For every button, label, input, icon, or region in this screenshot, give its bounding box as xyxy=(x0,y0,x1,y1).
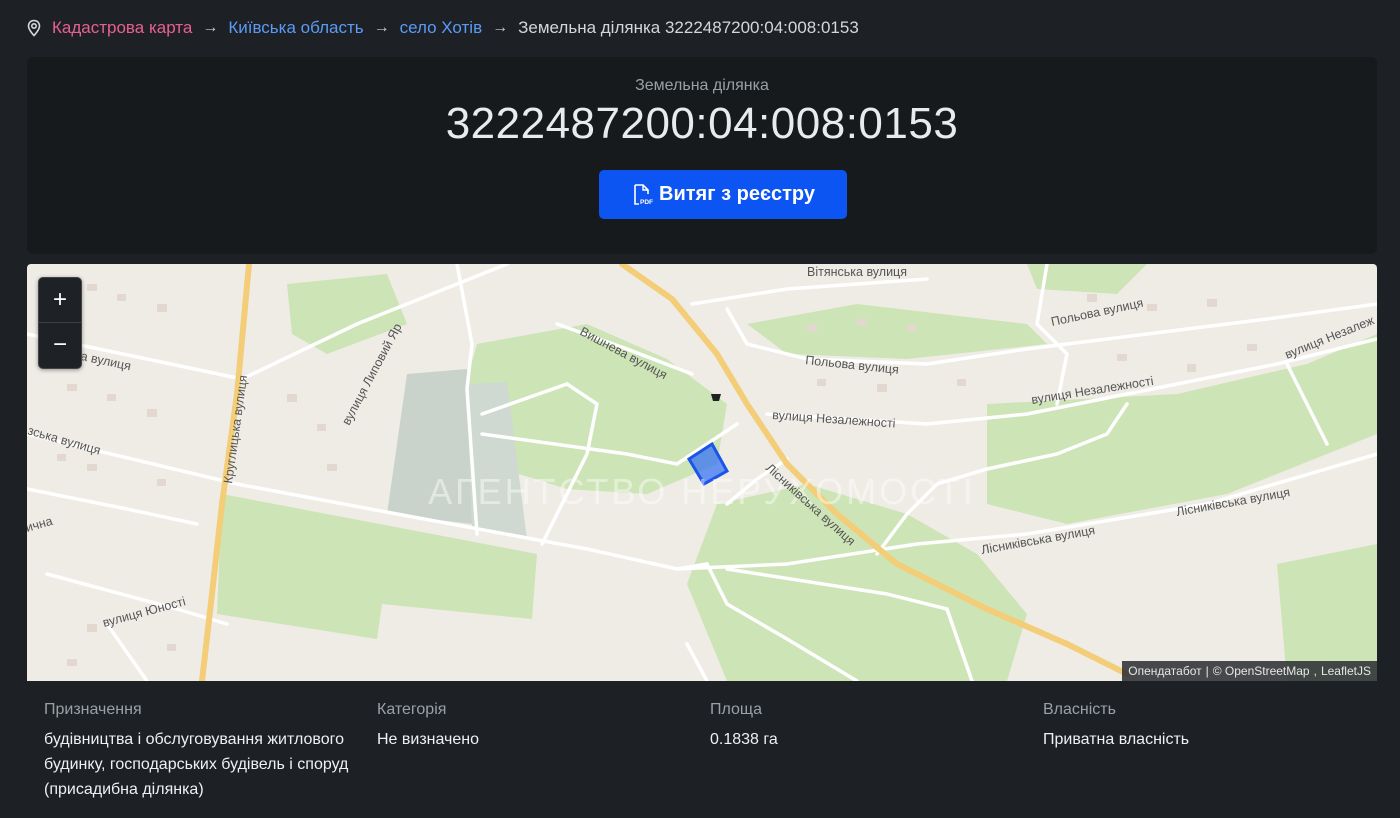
map-tiles[interactable]: АГЕНТСТВО НЕРУХОМОСТІ Вітянська вулиця П… xyxy=(27,264,1377,681)
zoom-control: + − xyxy=(38,277,82,369)
page-title: 3222487200:04:008:0153 xyxy=(445,99,959,148)
arrow-right-icon: → xyxy=(492,19,509,36)
map-watermark: АГЕНТСТВО НЕРУХОМОСТІ xyxy=(428,471,976,512)
attribution-link-leaflet[interactable]: LeafletJS xyxy=(1321,664,1371,678)
zoom-out-button[interactable]: − xyxy=(39,323,81,367)
attribution-separator: | xyxy=(1205,664,1209,678)
street-label: Круглицька вулиця xyxy=(221,374,250,484)
map-attribution: Опендатабот | © OpenStreetMap, LeafletJS xyxy=(1122,661,1377,681)
street-label: Лісниківська вулиця xyxy=(980,523,1096,557)
pdf-file-icon: PDF xyxy=(634,183,653,206)
breadcrumb: Кадастрова карта → Київська область → се… xyxy=(26,14,859,42)
info-label: Категорія xyxy=(377,701,447,718)
street-label: Польова вулиця xyxy=(1050,296,1145,329)
info-ownership: Власність Приватна власність xyxy=(1043,701,1363,752)
breadcrumb-link-region[interactable]: Київська область xyxy=(228,18,363,38)
info-value: будівництва і обслуговування житлового б… xyxy=(44,731,349,798)
street-label: ична xyxy=(27,514,54,535)
breadcrumb-current: Земельна ділянка 3222487200:04:008:0153 xyxy=(518,18,859,37)
page-subtitle: Земельна ділянка xyxy=(635,77,769,94)
street-label: зська вулиця xyxy=(27,423,102,457)
parcel-header: Земельна ділянка 3222487200:04:008:0153 … xyxy=(27,57,1377,254)
arrow-right-icon: → xyxy=(202,19,219,36)
info-label: Площа xyxy=(710,701,762,718)
street-label: вулиця Незалежності xyxy=(772,408,896,431)
attribution-link-osm[interactable]: © OpenStreetMap xyxy=(1213,664,1310,678)
registry-extract-button[interactable]: PDF Витяг з реєстру xyxy=(599,170,847,219)
registry-extract-label: Витяг з реєстру xyxy=(659,183,815,205)
info-value: 0.1838 га xyxy=(710,731,778,748)
info-area: Площа 0.1838 га xyxy=(710,701,1030,752)
info-label: Призначення xyxy=(44,701,142,718)
info-value: Не визначено xyxy=(377,731,480,748)
attribution-link-opendatabot[interactable]: Опендатабот xyxy=(1128,664,1201,678)
cadastral-map[interactable]: АГЕНТСТВО НЕРУХОМОСТІ Вітянська вулиця П… xyxy=(27,264,1377,681)
breadcrumb-link-village[interactable]: село Хотів xyxy=(400,18,483,38)
info-label: Власність xyxy=(1043,701,1116,718)
street-label: Вітянська вулиця xyxy=(807,265,907,279)
breadcrumb-link-cadastral-map[interactable]: Кадастрова карта xyxy=(52,18,192,38)
parcel-info: Призначення будівництва і обслуговування… xyxy=(27,681,1377,818)
info-value: Приватна власність xyxy=(1043,731,1190,748)
svg-text:PDF: PDF xyxy=(640,199,653,206)
arrow-right-icon: → xyxy=(373,19,390,36)
info-category: Категорія Не визначено xyxy=(377,701,697,752)
info-purpose: Призначення будівництва і обслуговування… xyxy=(44,701,364,802)
zoom-in-button[interactable]: + xyxy=(39,278,81,323)
map-pin-icon xyxy=(27,19,41,37)
